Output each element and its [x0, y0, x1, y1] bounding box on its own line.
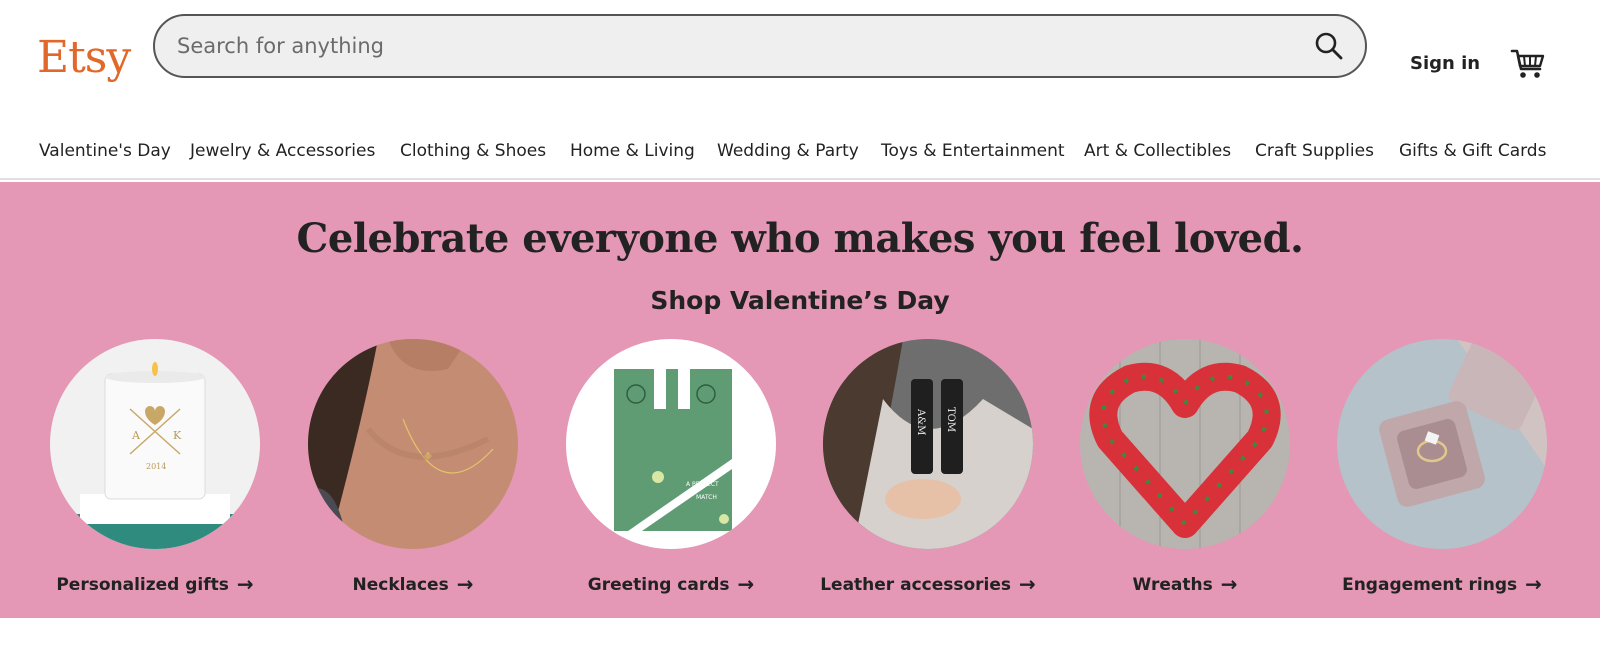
search-bar — [153, 14, 1367, 78]
site-header: Etsy Sign in — [0, 0, 1600, 122]
category-nav: Valentine's Day Jewelry & Accessories Cl… — [0, 134, 1600, 180]
nav-item-gifts-gift-cards[interactable]: Gifts & Gift Cards — [1399, 141, 1546, 161]
category-card-personalized-gifts[interactable]: A K 2014 Personalized gifts → — [45, 339, 265, 596]
category-card-greeting-cards[interactable]: A PERFECT MATCH Greeting cards → — [561, 339, 781, 596]
cart-button[interactable] — [1510, 47, 1546, 81]
nav-item-craft-supplies[interactable]: Craft Supplies — [1255, 141, 1374, 161]
ring-box-image — [1337, 339, 1547, 549]
nav-item-jewelry-accessories[interactable]: Jewelry & Accessories — [190, 141, 375, 161]
arrow-right-icon: → — [1220, 572, 1238, 596]
arrow-right-icon: → — [456, 572, 474, 596]
hero-title: Celebrate everyone who makes you feel lo… — [296, 215, 1304, 262]
necklace-image — [308, 339, 518, 549]
nav-item-home-living[interactable]: Home & Living — [570, 141, 695, 161]
greeting-card-text-line2: MATCH — [696, 494, 717, 501]
candle-year: 2014 — [146, 462, 166, 471]
arrow-right-icon: → — [737, 572, 755, 596]
nav-item-toys-entertainment[interactable]: Toys & Entertainment — [881, 141, 1065, 161]
search-button[interactable] — [1307, 24, 1351, 68]
category-card-necklaces[interactable]: Necklaces → — [303, 339, 523, 596]
greeting-card-text-line1: A PERFECT — [686, 481, 719, 488]
nav-item-clothing-shoes[interactable]: Clothing & Shoes — [400, 141, 546, 161]
keychain-text-right: TOM — [945, 407, 956, 432]
nav-item-art-collectibles[interactable]: Art & Collectibles — [1084, 141, 1231, 161]
valentines-hero: Celebrate everyone who makes you feel lo… — [0, 182, 1600, 618]
search-icon — [1315, 32, 1343, 60]
arrow-right-icon: → — [236, 572, 254, 596]
hero-subtitle[interactable]: Shop Valentine’s Day — [0, 286, 1600, 315]
category-card-label[interactable]: Necklaces → — [303, 572, 523, 596]
category-card-label[interactable]: Personalized gifts → — [45, 572, 265, 596]
category-card-label[interactable]: Wreaths → — [1075, 572, 1295, 596]
arrow-right-icon: → — [1019, 572, 1036, 596]
leather-keychain-image: A&M TOM — [823, 339, 1033, 549]
category-card-label[interactable]: Leather accessories → — [818, 572, 1038, 596]
nav-item-valentines-day[interactable]: Valentine's Day — [39, 141, 171, 161]
category-card-label[interactable]: Engagement rings → — [1332, 572, 1552, 596]
greeting-card-image: A PERFECT MATCH — [566, 339, 776, 549]
category-card-wreaths[interactable]: Wreaths → — [1075, 339, 1295, 596]
personalized-candle-image: A K 2014 — [50, 339, 260, 549]
tulip-wreath-image — [1080, 339, 1290, 549]
arrow-right-icon: → — [1525, 572, 1542, 596]
sign-in-link[interactable]: Sign in — [1410, 53, 1480, 74]
category-card-leather-accessories[interactable]: A&M TOM Leather accessories → — [818, 339, 1038, 596]
category-card-engagement-rings[interactable]: Engagement rings → — [1332, 339, 1552, 596]
category-card-label[interactable]: Greeting cards → — [561, 572, 781, 596]
search-input[interactable] — [177, 16, 1277, 76]
candle-initial-right: K — [173, 429, 182, 442]
cart-icon — [1510, 49, 1545, 78]
nav-item-wedding-party[interactable]: Wedding & Party — [717, 141, 859, 161]
candle-initial-left: A — [131, 429, 141, 442]
etsy-logo[interactable]: Etsy — [37, 36, 131, 80]
keychain-text-left: A&M — [915, 408, 926, 435]
